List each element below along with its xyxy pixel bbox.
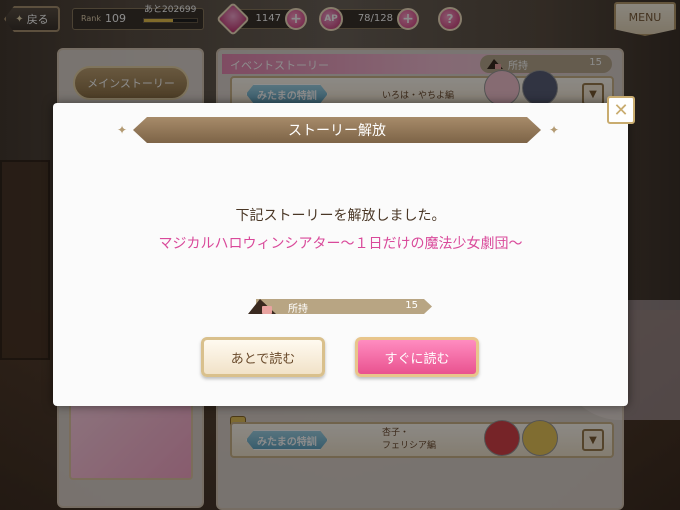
dialog-title-bar: ストーリー解放 — [133, 117, 541, 143]
dialog-message: 下記ストーリーを解放しました。 — [235, 208, 446, 224]
ornament-icon: ✦ — [117, 123, 128, 137]
owned-value: 15 — [405, 300, 418, 311]
owned-label: 所持 — [288, 304, 308, 315]
read-later-button[interactable]: あとで読む — [201, 337, 325, 377]
story-unlock-dialog: ✦ ストーリー解放 ✦ 下記ストーリーを解放しました。 マジカルハロウィンシアタ… — [53, 103, 628, 406]
unlocked-story-name: マジカルハロウィンシアター～１日だけの魔法少女劇団～ — [158, 236, 523, 252]
close-icon[interactable]: ✕ — [607, 96, 635, 124]
dialog-title: ストーリー解放 — [288, 123, 386, 139]
read-now-button[interactable]: すぐに読む — [355, 337, 479, 377]
ornament-icon: ✦ — [549, 123, 560, 137]
owned-items-bar: 所持 15 — [246, 296, 436, 316]
key-item-icon — [246, 296, 280, 320]
